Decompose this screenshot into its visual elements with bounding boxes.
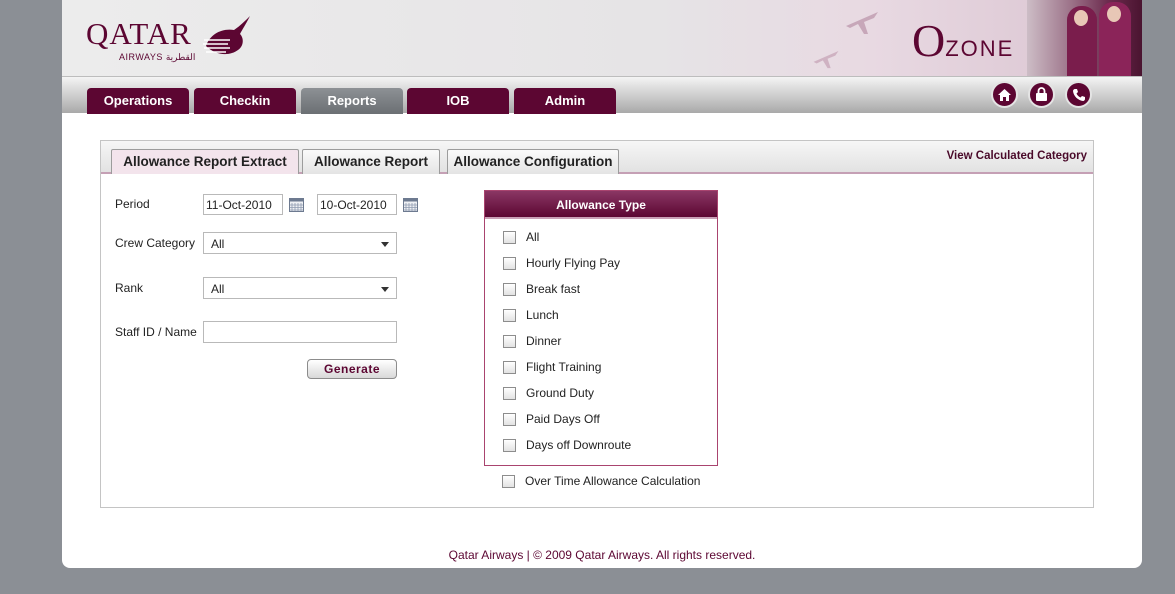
oryx-icon bbox=[203, 16, 250, 55]
allowance-option-dinner[interactable]: Dinner bbox=[503, 333, 561, 349]
header: QATAR AIRWAYS القطرية OZONE bbox=[62, 0, 1142, 76]
allowance-option-days-off-downroute[interactable]: Days off Downroute bbox=[503, 437, 631, 453]
nav-tab-iob[interactable]: IOB bbox=[407, 88, 509, 114]
option-label: Dinner bbox=[526, 334, 562, 348]
allowance-option-lunch[interactable]: Lunch bbox=[503, 307, 559, 323]
nav-tab-checkin[interactable]: Checkin bbox=[194, 88, 296, 114]
phone-icon[interactable] bbox=[1065, 81, 1092, 108]
allowance-option-hourly-flying-pay[interactable]: Hourly Flying Pay bbox=[503, 255, 620, 271]
staff-id-input[interactable] bbox=[203, 321, 397, 343]
allowance-type-box: Allowance Type All Hourly Flying Pay Bre… bbox=[484, 190, 718, 466]
nav-tab-admin[interactable]: Admin bbox=[514, 88, 616, 114]
crew-category-label: Crew Category bbox=[115, 236, 196, 250]
ozone-first-letter: O bbox=[912, 15, 946, 66]
calendar-icon[interactable] bbox=[289, 198, 304, 212]
checkbox[interactable] bbox=[503, 334, 516, 348]
sub-tab-bar: Allowance Report Extract Allowance Repor… bbox=[101, 141, 1093, 174]
chevron-down-icon bbox=[381, 287, 389, 292]
option-label: Lunch bbox=[526, 308, 559, 322]
crew-photo bbox=[1027, 0, 1142, 76]
allowance-option-breakfast[interactable]: Break fast bbox=[503, 281, 580, 297]
logo-text: QATAR bbox=[86, 16, 192, 51]
tab-allowance-report[interactable]: Allowance Report bbox=[302, 149, 440, 174]
allowance-option-all[interactable]: All bbox=[503, 229, 539, 245]
home-icon[interactable] bbox=[991, 81, 1018, 108]
calendar-icon[interactable] bbox=[403, 198, 418, 212]
option-label: All bbox=[526, 230, 540, 244]
nav-tab-reports[interactable]: Reports bbox=[301, 88, 403, 114]
allowance-option-paid-days-off[interactable]: Paid Days Off bbox=[503, 411, 600, 427]
option-label: Flight Training bbox=[526, 360, 602, 374]
view-calculated-category-link[interactable]: View Calculated Category bbox=[947, 150, 1087, 162]
checkbox[interactable] bbox=[503, 360, 516, 374]
rank-label: Rank bbox=[115, 281, 144, 295]
checkbox[interactable] bbox=[503, 412, 516, 426]
checkbox[interactable] bbox=[503, 308, 516, 322]
period-label: Period bbox=[115, 197, 150, 211]
checkbox[interactable] bbox=[503, 282, 516, 296]
rank-select[interactable]: All bbox=[203, 277, 397, 299]
chevron-down-icon bbox=[381, 242, 389, 247]
option-label: Hourly Flying Pay bbox=[526, 256, 621, 270]
option-label: Ground Duty bbox=[526, 386, 595, 400]
option-label: Days off Downroute bbox=[526, 438, 632, 452]
footer-copyright: Qatar Airways | © 2009 Qatar Airways. Al… bbox=[448, 548, 756, 562]
crew-category-value: All bbox=[211, 237, 225, 251]
tab-allowance-configuration[interactable]: Allowance Configuration bbox=[447, 149, 619, 174]
allowance-option-flight-training[interactable]: Flight Training bbox=[503, 359, 601, 375]
generate-button[interactable]: Generate bbox=[307, 359, 397, 379]
checkbox[interactable] bbox=[503, 230, 516, 244]
allowance-option-ground-duty[interactable]: Ground Duty bbox=[503, 385, 594, 401]
app-page: QATAR AIRWAYS القطرية OZONE Operations C… bbox=[62, 0, 1142, 568]
crew-category-select[interactable]: All bbox=[203, 232, 397, 254]
report-panel: Allowance Report Extract Allowance Repor… bbox=[100, 140, 1094, 508]
ozone-logo: OZONE bbox=[912, 18, 1014, 64]
overtime-allowance-option[interactable]: Over Time Allowance Calculation bbox=[502, 473, 700, 489]
period-to-input[interactable] bbox=[317, 194, 397, 215]
allowance-type-heading: Allowance Type bbox=[485, 191, 717, 219]
checkbox[interactable] bbox=[503, 256, 516, 270]
checkbox[interactable] bbox=[503, 386, 516, 400]
checkbox[interactable] bbox=[502, 474, 515, 488]
lock-icon[interactable] bbox=[1028, 81, 1055, 108]
option-label: Break fast bbox=[526, 282, 581, 296]
option-label: Paid Days Off bbox=[526, 412, 600, 426]
staff-id-label: Staff ID / Name bbox=[115, 325, 197, 339]
nav-tab-operations[interactable]: Operations bbox=[87, 88, 189, 114]
tab-allowance-report-extract[interactable]: Allowance Report Extract bbox=[111, 149, 299, 174]
plane-icon bbox=[844, 6, 880, 41]
rank-value: All bbox=[211, 282, 225, 296]
overtime-allowance-label: Over Time Allowance Calculation bbox=[525, 474, 701, 488]
plane-icon bbox=[812, 46, 840, 75]
ozone-rest: ZONE bbox=[945, 36, 1015, 61]
logo-subtext: AIRWAYS القطرية bbox=[119, 52, 196, 62]
main-nav: Operations Checkin Reports IOB Admin bbox=[62, 76, 1142, 114]
checkbox[interactable] bbox=[503, 438, 516, 452]
qatar-airways-logo: QATAR AIRWAYS القطرية bbox=[86, 16, 250, 62]
period-from-input[interactable] bbox=[203, 194, 283, 215]
